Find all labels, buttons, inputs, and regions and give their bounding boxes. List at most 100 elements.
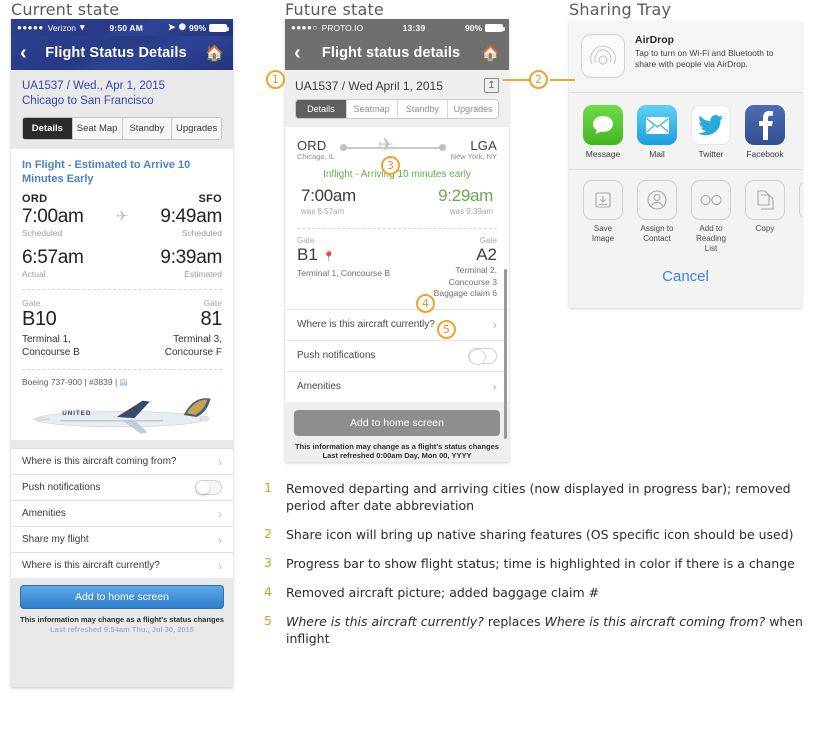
marker-1: 1 [266,70,285,89]
carrier-label: PROTO.IO [321,22,364,33]
push-notifications-toggle[interactable] [195,480,222,495]
location-arrow-icon: ➤ [167,22,176,32]
share-app-mail[interactable]: Mail [637,105,677,159]
caption-sharing-tray: Sharing Tray [569,0,672,19]
carrier-label: Verizon [47,22,77,33]
chevron-left-icon[interactable]: ‹ [20,43,27,63]
seatmap-small-icon[interactable]: ▤ [120,377,128,387]
action-copy[interactable]: Copy [745,180,785,254]
save-download-icon [583,180,623,220]
arrive-airport-code: SFO [198,193,222,205]
scrollbar-thumb[interactable] [504,269,507,439]
chevron-right-icon: › [492,379,497,394]
share-app-facebook[interactable]: Facebook [745,105,785,159]
note-number: 2 [264,526,272,541]
copy-pages-icon [745,180,785,220]
note-text: Share icon will bring up native sharing … [286,527,794,542]
marker-3: 3 [381,156,400,175]
share-up-arrow-icon[interactable]: ↥ [484,78,499,93]
row-where-coming-from[interactable]: Where is this aircraft coming from? › [11,448,233,474]
svg-text:UNITED: UNITED [62,410,91,417]
tab-standby[interactable]: Standby [121,118,172,139]
tab-bar-future: Details Seatmap Standby Upgrades [295,99,499,119]
action-save-image[interactable]: Save Image [583,180,623,254]
depart-gate-label: Gate [22,298,41,308]
flight-number-date: UA1537 / Wed April 1, 2015 [295,78,443,93]
add-to-home-screen-button[interactable]: Add to home screen [294,409,500,436]
note-item: 4 Removed aircraft picture; added baggag… [264,584,812,601]
depart-actual-time: 6:57am [22,247,84,268]
footnote-last-refreshed: Last refreshed 9:54am Thu., Jul 30, 2015 [50,625,194,634]
aircraft-info-row: Boeing 737-900 | #3839 | ▤ [11,370,233,388]
airdrop-section[interactable]: AirDrop Tap to turn on Wi-Fi and Bluetoo… [569,21,802,92]
times-row: ORD 7:00am Scheduled ✈ SFO 9:49am Schedu… [11,193,233,238]
note-5-italic-a: Where is this aircraft currently? [286,614,484,629]
arrive-terminal-2: Concourse 3 [448,276,497,287]
row-amenities[interactable]: Amenities › [285,370,509,402]
flight-summary-future: UA1537 / Wed April 1, 2015 ↥ [285,70,509,99]
progress-dot-dest [438,144,446,151]
airdrop-description: Tap to turn on Wi-Fi and Bluetooth to sh… [635,48,774,69]
arrive-gate-value: A2 [476,245,497,264]
home-icon[interactable]: 🏠 [481,46,500,61]
share-apps-row: Message Mail Twitter Facebook [569,93,802,169]
row-label: Push notifications [297,350,376,361]
depart-gate-label: Gate [297,236,315,245]
navbar-future: ‹ Flight status details 🏠 [285,36,509,70]
flight-route-cities: Chicago to San Francisco [22,95,154,107]
action-label: Assign to Contact [640,224,674,243]
flight-progress-bar: ORD Chicago, IL ✈ LGA New York, NY [285,127,509,161]
chevron-left-icon[interactable]: ‹ [294,43,301,63]
arrive-scheduled-time: 9:49am [160,206,222,227]
depart-gate-value: B10 [22,308,57,330]
row-push-notifications[interactable]: Push notifications [285,339,509,371]
origin-code: ORD [297,138,327,153]
progress-dot-origin [339,144,347,151]
action-add-to-reading-list[interactable]: Add to Reading List [691,180,731,254]
tab-upgrades[interactable]: Upgrades [171,118,221,139]
arrive-estimated-label: Estimated [184,269,222,279]
push-notifications-toggle[interactable] [468,347,497,365]
tab-seat-map[interactable]: Seat Map [71,118,122,139]
home-icon[interactable]: 🏠 [205,46,224,61]
flight-detail-card-future: ORD Chicago, IL ✈ LGA New York, NY Infli… [285,127,509,309]
row-where-currently[interactable]: Where is this aircraft currently? › [11,552,233,578]
actual-times-row: 6:57am Actual 9:39am Estimated [11,238,233,279]
action-overflow-partial[interactable] [799,180,802,254]
tab-seatmap[interactable]: Seatmap [345,100,397,118]
battery-percent: 90% [464,22,482,33]
map-pin-icon[interactable]: 📍 [323,252,335,263]
arrive-estimated-time: 9:39am [160,247,222,268]
share-app-message[interactable]: Message [583,105,623,159]
tab-standby[interactable]: Standby [396,100,448,118]
contact-person-icon [637,180,677,220]
tab-upgrades[interactable]: Upgrades [447,100,498,118]
row-where-currently[interactable]: Where is this aircraft currently? › [285,308,509,340]
tab-details[interactable]: Details [23,118,72,139]
cancel-button[interactable]: Cancel [569,260,802,295]
annotation-notes-list: 1 Removed departing and arriving cities … [264,480,812,659]
note-item: 2 Share icon will bring up native sharin… [264,526,812,543]
arrive-terminal: Terminal 3, Concourse F [164,334,222,358]
airdrop-icon[interactable] [581,34,625,78]
row-push-notifications[interactable]: Push notifications [11,474,233,500]
note-item: 5 Where is this aircraft currently? repl… [264,613,812,647]
depart-gate-text: B1 [297,245,318,264]
share-app-label: Twitter [698,149,724,159]
action-assign-to-contact[interactable]: Assign to Contact [637,180,677,254]
message-bubble-icon [583,105,623,145]
arrive-was-time: was 9:39am [449,207,493,216]
row-amenities[interactable]: Amenities › [11,500,233,526]
row-label: Amenities [297,381,341,392]
arrive-gate-value: 81 [200,308,223,330]
chevron-right-icon: › [218,506,222,521]
tab-details[interactable]: Details [296,100,346,118]
share-app-twitter[interactable]: Twitter [691,105,731,159]
add-to-home-screen-button[interactable]: Add to home screen [20,585,224,609]
row-share-my-flight[interactable]: Share my flight › [11,526,233,552]
note-text: Removed departing and arriving cities (n… [286,481,791,513]
status-bar-future: ●●●●○ PROTO.IO 13:39 90% [285,19,509,36]
depart-airport-code: ORD [22,193,48,205]
signal-dots-icon: ●●●●● [17,23,44,32]
flight-number-date: UA1537 / Wed., Apr 1, 2015 [22,80,165,92]
